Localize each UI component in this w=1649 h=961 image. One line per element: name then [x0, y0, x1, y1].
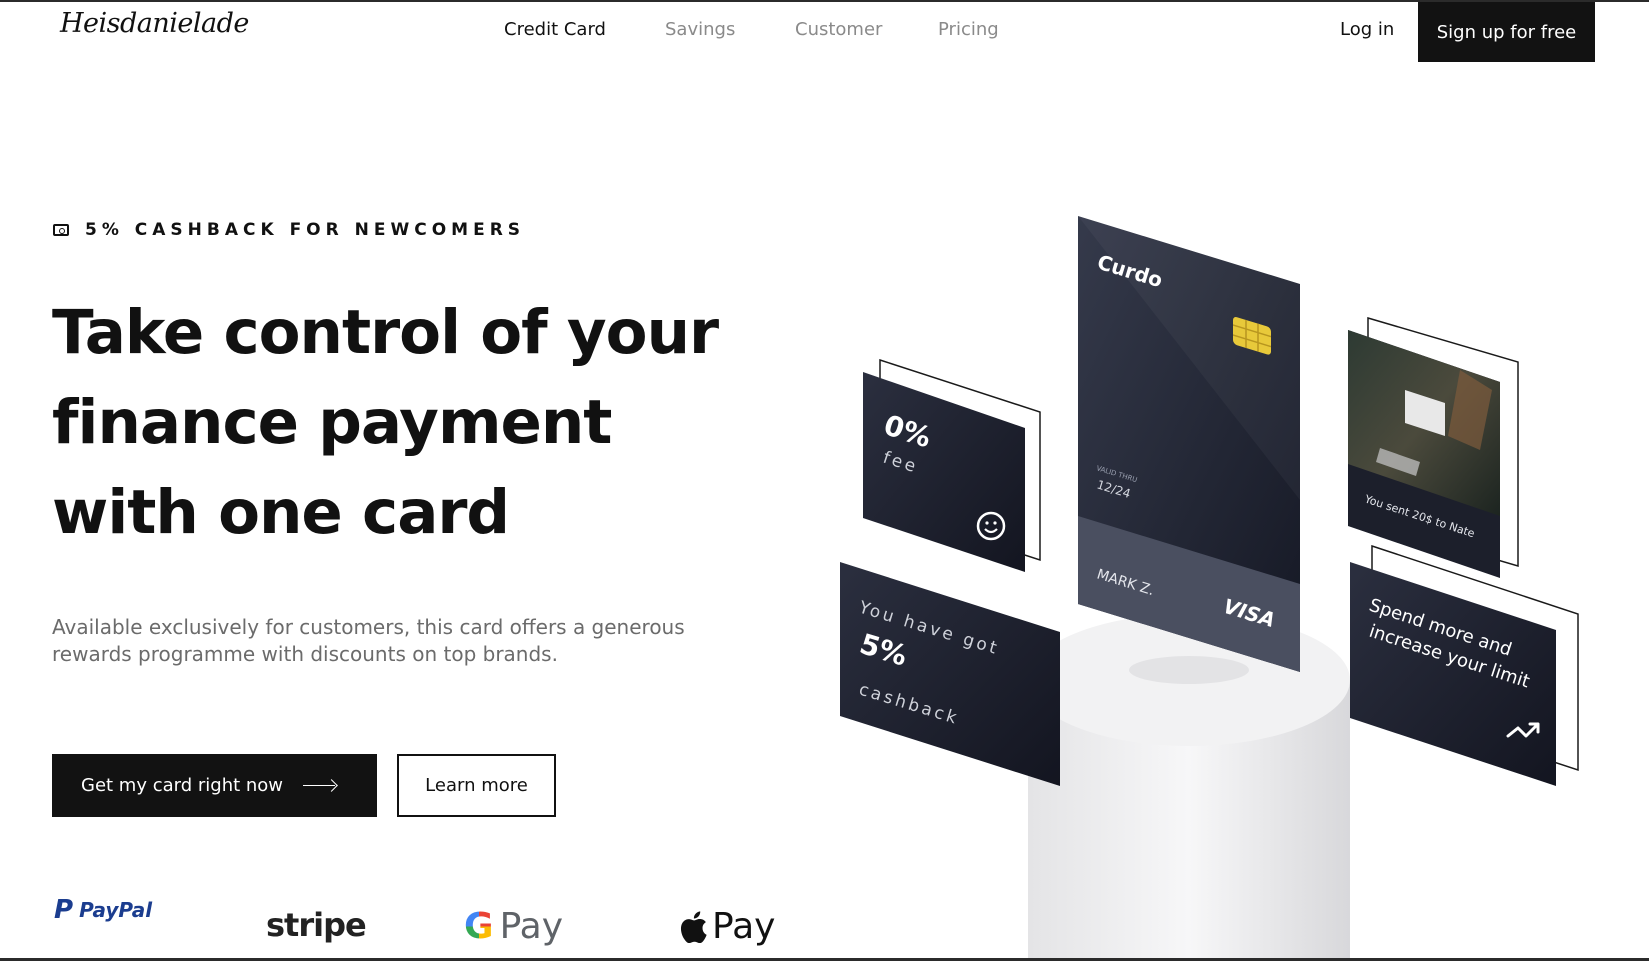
apple-icon: [680, 910, 707, 943]
fee-card: 0% fee: [863, 372, 1025, 572]
paypal-logo: P PayPal: [54, 895, 152, 925]
google-g-icon: G: [464, 906, 494, 947]
eyebrow-text: 5% CASHBACK FOR NEWCOMERS: [85, 220, 526, 240]
cashback-eyebrow: 5% CASHBACK FOR NEWCOMERS: [53, 220, 525, 240]
signup-button[interactable]: Sign up for free: [1418, 2, 1595, 62]
headline-line: finance payment: [52, 387, 612, 458]
hero-headline: Take control of your finance payment wit…: [52, 288, 772, 558]
logo[interactable]: Heisdanielade: [60, 8, 249, 39]
limit-card: Spend more and increase your limit: [1350, 562, 1556, 786]
payment-photo-card: You sent 20$ to Nate: [1348, 330, 1500, 578]
pedestal: [1028, 614, 1350, 960]
arrow-right-icon: [303, 779, 337, 793]
apple-pay-text: Pay: [712, 906, 776, 947]
get-card-label: Get my card right now: [81, 775, 284, 796]
hero-subtitle: Available exclusively for customers, thi…: [52, 614, 772, 668]
paypal-text: PayPal: [79, 898, 153, 922]
login-link[interactable]: Log in: [1340, 19, 1394, 40]
main-credit-card: Curdo VALID THRU 12/24 MARK Z. VISA: [1078, 216, 1300, 672]
nav-savings[interactable]: Savings: [665, 19, 735, 40]
nav-credit-card[interactable]: Credit Card: [504, 19, 606, 40]
top-border: [0, 0, 1649, 2]
learn-more-button[interactable]: Learn more: [397, 754, 556, 817]
cards-illustration: 0% fee You have got 5% cashback Curdo VA…: [840, 216, 1579, 960]
get-card-button[interactable]: Get my card right now: [52, 754, 377, 817]
google-pay-logo: G Pay: [464, 906, 563, 947]
paypal-icon: P: [54, 895, 74, 925]
subtitle-line: Available exclusively for customers, thi…: [52, 615, 685, 639]
subtitle-line: rewards programme with discounts on top …: [52, 642, 558, 666]
paypal-wordmark: PayPal: [79, 898, 152, 922]
headline-line: with one card: [52, 477, 510, 548]
apple-pay-logo: Pay: [680, 906, 775, 947]
stripe-logo: stripe: [266, 906, 367, 944]
nav-pricing[interactable]: Pricing: [938, 19, 999, 40]
google-pay-text: Pay: [499, 906, 564, 947]
cashback-card: You have got 5% cashback: [840, 562, 1060, 786]
nav-customer[interactable]: Customer: [795, 19, 882, 40]
cash-icon: [53, 224, 69, 236]
headline-line: Take control of your: [52, 297, 719, 368]
